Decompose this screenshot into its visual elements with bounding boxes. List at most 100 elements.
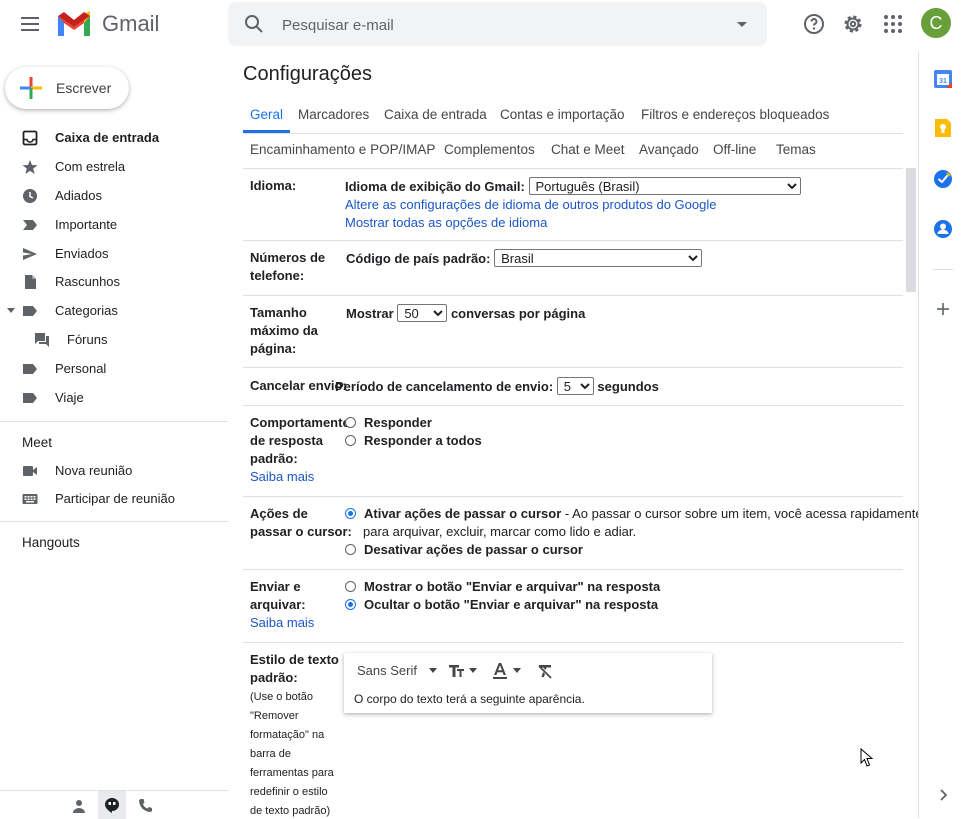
setting-body: Ativar ações de passar o cursor - Ao pas… [345, 505, 918, 559]
compose-button[interactable]: Escrever [5, 67, 129, 109]
sidebar-item-important[interactable]: Importante [0, 211, 228, 239]
hangouts-tab-active[interactable] [98, 791, 126, 819]
sidebar-item-snoozed[interactable]: Adiados [0, 182, 228, 210]
setting-hover-actions: Ações de passar o cursor: Ativar ações de… [243, 496, 918, 570]
setting-label: Números de telefone: [250, 250, 326, 283]
text-style-preview: O corpo do texto terá a seguinte aparênc… [354, 692, 585, 706]
setting-body: Período de cancelamento de envio: 5 segu… [335, 377, 659, 396]
keyboard-icon [22, 494, 38, 504]
hover-disable-radio[interactable] [345, 544, 356, 555]
text-style-note: (Use o botão "Remover formatação" na bar… [250, 691, 334, 817]
setting-page-size: Tamanho máximo da página: Mostrar 50 conve… [243, 295, 903, 368]
sidebar-item-label: Enviados [55, 246, 109, 261]
apps-grid-icon[interactable] [881, 12, 905, 36]
send-archive-show-radio[interactable] [345, 581, 356, 592]
tab-addons[interactable]: Complementos [444, 132, 535, 168]
page-size-prefix: Mostrar [346, 306, 394, 321]
send-archive-learn-more-link[interactable]: Saiba mais [250, 615, 314, 630]
expand-arrow-icon[interactable] [7, 308, 15, 314]
main-menu-button[interactable] [18, 12, 42, 36]
chevron-right-icon[interactable] [933, 785, 953, 805]
text-color-chevron-icon[interactable] [513, 668, 521, 673]
account-avatar[interactable]: C [921, 8, 951, 38]
font-family-chevron-icon[interactable] [429, 668, 437, 673]
contacts-icon[interactable] [933, 219, 953, 239]
add-addon-icon[interactable] [933, 299, 953, 319]
gear-icon[interactable] [841, 12, 865, 36]
setting-label: Cancelar envio: [250, 378, 347, 393]
search-bar[interactable] [228, 2, 767, 46]
sidebar-item-drafts[interactable]: Rascunhos [0, 268, 228, 296]
language-select[interactable]: Português (Brasil) [528, 177, 801, 195]
font-size-chevron-icon[interactable] [469, 668, 477, 673]
sidebar-item-forums[interactable]: Fóruns [0, 326, 228, 354]
font-size-icon[interactable] [448, 663, 466, 679]
search-icon[interactable] [244, 14, 264, 34]
sidebar-item-viaje[interactable]: Viaje [0, 384, 228, 412]
gmail-logo-icon[interactable] [56, 10, 92, 38]
calendar-icon[interactable]: 31 [933, 69, 953, 89]
search-options-chevron-icon[interactable] [737, 22, 747, 27]
font-family-dropdown[interactable]: Sans Serif [357, 663, 417, 678]
phone-country-select[interactable]: Brasil [494, 249, 703, 267]
label-icon [23, 364, 37, 374]
send-archive-hide-radio[interactable] [345, 599, 356, 610]
language-all-options-link[interactable]: Mostrar todas as opções de idioma [345, 215, 547, 230]
hover-enable-radio[interactable] [345, 508, 356, 519]
hover-enable-label: Ativar ações de passar o cursor [364, 506, 562, 521]
reply-all-radio[interactable] [345, 435, 356, 446]
send-icon [23, 248, 37, 260]
sidebar-item-label: Com estrela [55, 159, 126, 174]
tab-filters[interactable]: Filtros e endereços bloqueados [641, 97, 829, 133]
page-title: Configurações [243, 63, 372, 85]
tab-inbox[interactable]: Caixa de entrada [384, 97, 487, 133]
sidebar-item-personal[interactable]: Personal [0, 355, 228, 383]
tab-offline[interactable]: Off-line [713, 132, 756, 168]
phone-icon[interactable] [138, 798, 153, 813]
keep-icon[interactable] [933, 118, 953, 138]
tab-accounts[interactable]: Contas e importação [500, 97, 625, 133]
person-icon[interactable] [72, 799, 86, 813]
help-icon[interactable] [802, 12, 826, 36]
inbox-icon [22, 130, 38, 146]
reply-radio[interactable] [345, 417, 356, 428]
divider [0, 521, 228, 522]
page-size-suffix: conversas por página [450, 306, 586, 321]
remove-formatting-icon[interactable] [537, 663, 553, 679]
hover-enable-desc-2: para arquivar, excluir, marcar como lido… [363, 524, 637, 539]
top-bar: Gmail C [0, 0, 965, 48]
tab-forwarding[interactable]: Encaminhamento e POP/IMAP [250, 132, 435, 168]
tasks-icon[interactable] [933, 169, 953, 189]
page-size-select[interactable]: 50 [397, 304, 448, 322]
side-panel: 31 [918, 52, 965, 818]
send-archive-hide-label: Ocultar o botão "Enviar e arquivar" na r… [364, 597, 659, 612]
reply-all-option-label: Responder a todos [364, 433, 482, 448]
language-other-products-link[interactable]: Altere as configurações de idioma de out… [345, 197, 716, 212]
app-name[interactable]: Gmail [102, 11, 159, 37]
tab-advanced[interactable]: Avançado [639, 132, 699, 168]
tab-themes[interactable]: Temas [776, 132, 816, 168]
sidebar-item-inbox[interactable]: Caixa de entrada [0, 124, 228, 152]
hangouts-bottom-bar [0, 790, 228, 819]
settings-tabs-row-2: Encaminhamento e POP/IMAP Complementos C… [243, 132, 903, 169]
setting-body: Código de país padrão: Brasil [346, 249, 703, 268]
meet-join-meeting[interactable]: Participar de reunião [0, 485, 228, 513]
sidebar-item-categories[interactable]: Categorias [0, 297, 228, 325]
side-panel-divider [933, 269, 953, 270]
tab-geral[interactable]: Geral [243, 97, 291, 133]
label-icon [23, 393, 37, 403]
mouse-cursor-icon [860, 748, 874, 767]
send-archive-show-label: Mostrar o botão "Enviar e arquivar" na r… [364, 579, 661, 594]
settings-scrollbar-thumb[interactable] [906, 168, 916, 292]
sidebar-item-sent[interactable]: Enviados [0, 240, 228, 268]
meet-new-meeting[interactable]: Nova reunião [0, 457, 228, 485]
text-color-icon[interactable] [492, 662, 508, 680]
settings-tabs-row-1: Geral Marcadores Caixa de entrada Contas… [243, 97, 903, 134]
search-input[interactable] [280, 12, 724, 38]
tab-labels[interactable]: Marcadores [298, 97, 369, 133]
tab-chat-meet[interactable]: Chat e Meet [551, 132, 625, 168]
reply-learn-more-link[interactable]: Saiba mais [250, 469, 314, 484]
sidebar-item-starred[interactable]: Com estrela [0, 153, 228, 181]
language-display-label: Idioma de exibição do Gmail: [345, 179, 525, 194]
undo-send-select[interactable]: 5 [556, 377, 594, 395]
